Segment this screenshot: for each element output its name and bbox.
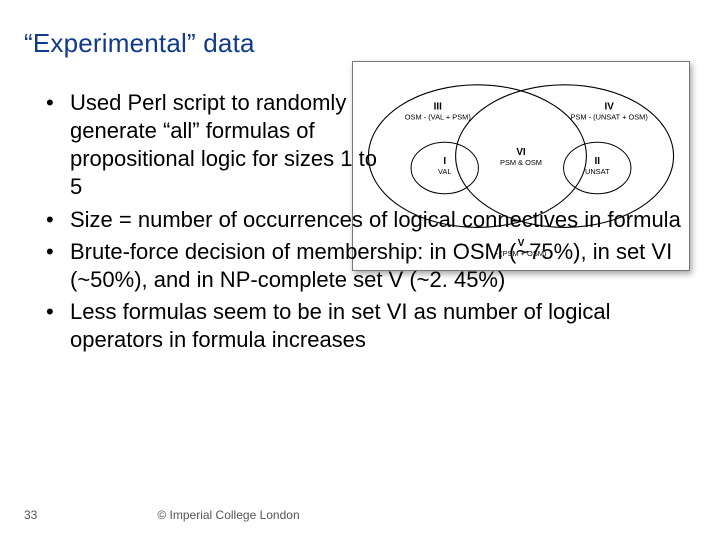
bullet-item: Size = number of occurrences of logical … bbox=[46, 206, 684, 234]
bullet-text: Less formulas seem to be in set VI as nu… bbox=[70, 299, 610, 352]
slide-title: “Experimental” data bbox=[24, 28, 696, 59]
bullet-item: Brute-force decision of membership: in O… bbox=[46, 238, 684, 294]
content-area: III OSM - (VAL + PSM) IV PSM - (UNSAT + … bbox=[24, 89, 696, 354]
slide: “Experimental” data III OSM - (VAL + PSM… bbox=[0, 0, 720, 540]
bullet-text: Brute-force decision of membership: in O… bbox=[70, 239, 672, 292]
copyright-text: © Imperial College London bbox=[157, 508, 299, 522]
bullet-text: Used Perl script to randomly generate “a… bbox=[70, 89, 390, 202]
bullet-item: Used Perl script to randomly generate “a… bbox=[46, 89, 684, 202]
bullet-list: Used Perl script to randomly generate “a… bbox=[24, 89, 684, 354]
bullet-text: Size = number of occurrences of logical … bbox=[70, 207, 681, 232]
page-number: 33 bbox=[24, 508, 37, 522]
bullet-item: Less formulas seem to be in set VI as nu… bbox=[46, 298, 684, 354]
footer: 33 © Imperial College London bbox=[24, 508, 696, 522]
